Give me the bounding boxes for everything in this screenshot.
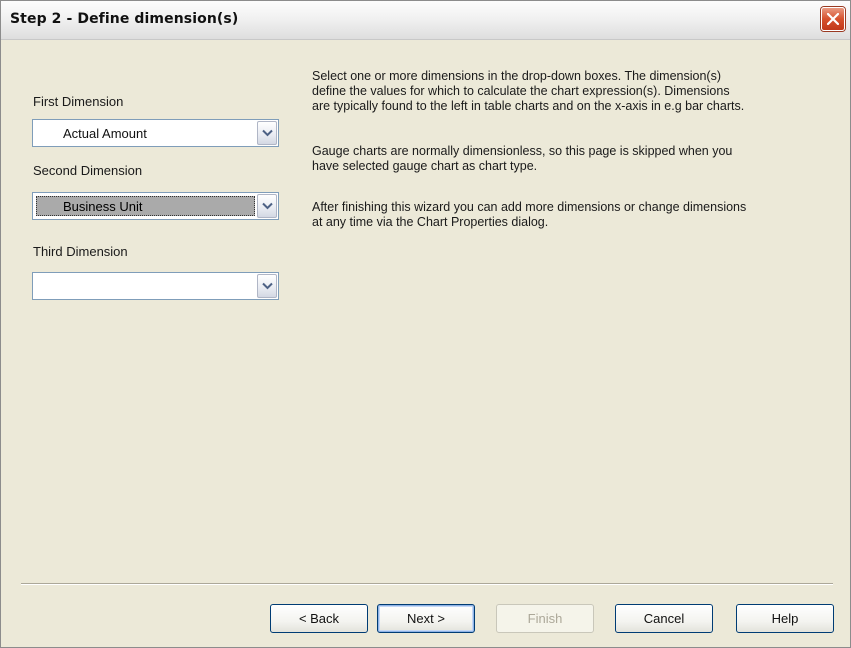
description-line: at any time via the Chart Properties dia…	[312, 215, 549, 229]
first-dimension-dropdown-button[interactable]	[257, 121, 277, 145]
second-dimension-dropdown[interactable]: Business Unit	[32, 192, 279, 220]
dialog-title: Step 2 - Define dimension(s)	[10, 11, 239, 27]
first-dimension-value: Actual Amount	[63, 126, 147, 141]
description-line: After finishing this wizard you can add …	[312, 200, 747, 214]
second-dimension-value: Business Unit	[63, 199, 143, 214]
third-dimension-label: Third Dimension	[33, 244, 128, 259]
description-paragraph-3: After finishing this wizard you can add …	[312, 200, 832, 230]
help-button[interactable]: Help	[736, 604, 834, 633]
first-dimension-label: First Dimension	[33, 94, 124, 109]
first-dimension-dropdown[interactable]: Actual Amount	[32, 119, 279, 147]
third-dimension-dropdown[interactable]	[32, 272, 279, 300]
description-line: have selected gauge chart as chart type.	[312, 159, 538, 173]
close-button[interactable]	[821, 7, 845, 31]
third-dimension-dropdown-button[interactable]	[257, 274, 277, 298]
chevron-down-icon	[262, 129, 273, 137]
cancel-button[interactable]: Cancel	[615, 604, 713, 633]
wizard-dialog: Step 2 - Define dimension(s) First Dimen…	[0, 0, 851, 648]
description-paragraph-2: Gauge charts are normally dimensionless,…	[312, 144, 832, 174]
description-line: define the values for which to calculate…	[312, 84, 730, 98]
chevron-down-icon	[262, 282, 273, 290]
description-line: are typically found to the left in table…	[312, 99, 745, 113]
description-line: Gauge charts are normally dimensionless,…	[312, 144, 733, 158]
description-line: Select one or more dimensions in the dro…	[312, 69, 722, 83]
chevron-down-icon	[262, 202, 273, 210]
close-icon	[827, 13, 839, 25]
back-button[interactable]: < Back	[270, 604, 368, 633]
second-dimension-dropdown-button[interactable]	[257, 194, 277, 218]
next-button[interactable]: Next >	[377, 604, 475, 633]
title-bar[interactable]: Step 2 - Define dimension(s)	[1, 1, 850, 40]
button-separator	[21, 583, 833, 585]
finish-button[interactable]: Finish	[496, 604, 594, 633]
description-paragraph-1: Select one or more dimensions in the dro…	[312, 69, 832, 114]
second-dimension-label: Second Dimension	[33, 163, 143, 178]
